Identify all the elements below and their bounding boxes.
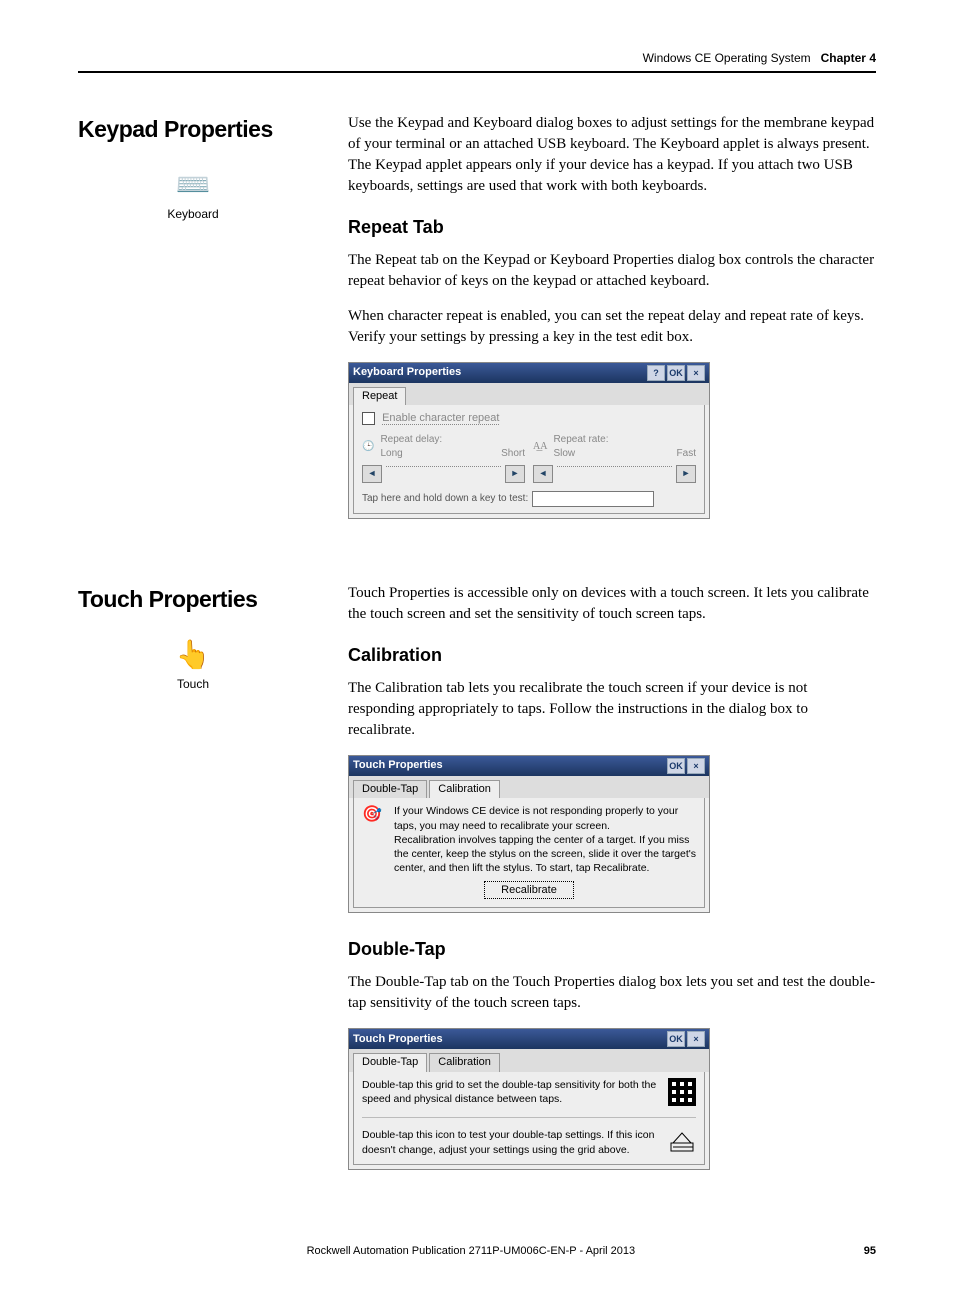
ok-button[interactable]: OK [667,365,685,381]
rate-slow: Slow [553,447,575,461]
doubletap-msg1: Double-tap this grid to set the double-t… [362,1078,696,1107]
repeat-rate-slider[interactable]: ◄ ► [533,465,696,483]
enable-repeat-label: Enable character repeat [382,412,499,425]
section-title-touch: Touch Properties [78,583,308,615]
delay-left-button[interactable]: ◄ [362,465,382,483]
header-section: Windows CE Operating System [643,50,811,67]
dialog-title: Touch Properties [353,1032,443,1047]
enable-repeat-checkbox[interactable] [362,412,375,425]
keyboard-applet-icon: ⌨️ Keyboard [78,165,308,223]
double-tap-p1: The Double-Tap tab on the Touch Properti… [348,972,876,1014]
enable-repeat-row[interactable]: Enable character repeat [362,411,696,426]
header-chapter: Chapter 4 [821,50,876,67]
tab-repeat[interactable]: Repeat [353,387,406,405]
keyboard-icon-label: Keyboard [167,207,218,221]
publication-id: Rockwell Automation Publication 2711P-UM… [307,1244,636,1259]
calibration-title: Calibration [348,643,876,668]
calibration-icon: 🎯 [362,804,384,826]
sensitivity-grid-icon[interactable] [668,1078,696,1106]
tab-double-tap[interactable]: Double-Tap [353,780,427,798]
page-number: 95 [864,1244,876,1259]
repeat-delay-label: Repeat delay: [380,433,525,447]
recalibrate-button[interactable]: Recalibrate [484,881,574,899]
section-title-keypad: Keypad Properties [78,113,308,145]
touch-icon: 👆 [78,635,308,674]
delay-right-button[interactable]: ► [505,465,525,483]
tab-calibration[interactable]: Calibration [429,780,500,798]
running-header: Windows CE Operating System Chapter 4 [78,50,876,73]
tab-double-tap[interactable]: Double-Tap [353,1053,427,1071]
help-button[interactable]: ? [647,365,665,381]
calibration-msg2: Recalibration involves tapping the cente… [394,833,696,876]
dialog-title: Touch Properties [353,758,443,773]
rate-fast: Fast [677,447,696,461]
repeat-p2: When character repeat is enabled, you ca… [348,306,876,348]
keyboard-icon: ⌨️ [78,165,308,204]
divider [362,1117,696,1118]
delay-short: Short [501,447,525,461]
close-button[interactable]: × [687,365,705,381]
test-label: Tap here and hold down a key to test: [362,492,528,506]
keyboard-properties-dialog: Keyboard Properties ? OK × Repeat Enable… [348,362,710,519]
doubletap-msg2: Double-tap this icon to test your double… [362,1128,696,1157]
repeat-delay-slider[interactable]: ◄ ► [362,465,525,483]
delay-long: Long [380,447,402,461]
dialog-title: Keyboard Properties [353,365,461,380]
repeat-rate-label: Repeat rate: [553,433,696,447]
touch-icon-label: Touch [177,677,209,691]
tab-calibration[interactable]: Calibration [429,1053,500,1071]
test-icon[interactable] [668,1128,696,1156]
page-footer: Rockwell Automation Publication 2711P-UM… [78,1244,876,1259]
test-input[interactable] [532,491,654,507]
close-button[interactable]: × [687,1031,705,1047]
rate-left-button[interactable]: ◄ [533,465,553,483]
ok-button[interactable]: OK [667,758,685,774]
keypad-intro: Use the Keypad and Keyboard dialog boxes… [348,113,876,197]
touch-properties-doubletap-dialog: Touch Properties OK × Double-Tap Calibra… [348,1028,710,1169]
rate-right-button[interactable]: ► [676,465,696,483]
repeat-p1: The Repeat tab on the Keypad or Keyboard… [348,250,876,292]
touch-properties-calibration-dialog: Touch Properties OK × Double-Tap Calibra… [348,755,710,913]
close-button[interactable]: × [687,758,705,774]
touch-intro: Touch Properties is accessible only on d… [348,583,876,625]
calibration-p1: The Calibration tab lets you recalibrate… [348,678,876,741]
touch-applet-icon: 👆 Touch [78,635,308,693]
repeat-tab-title: Repeat Tab [348,215,876,240]
ok-button[interactable]: OK [667,1031,685,1047]
clock-icon: 🕒 [362,440,374,454]
rate-icon: A͟A [533,440,547,454]
calibration-msg1: If your Windows CE device is not respond… [394,804,696,832]
double-tap-title: Double-Tap [348,937,876,962]
